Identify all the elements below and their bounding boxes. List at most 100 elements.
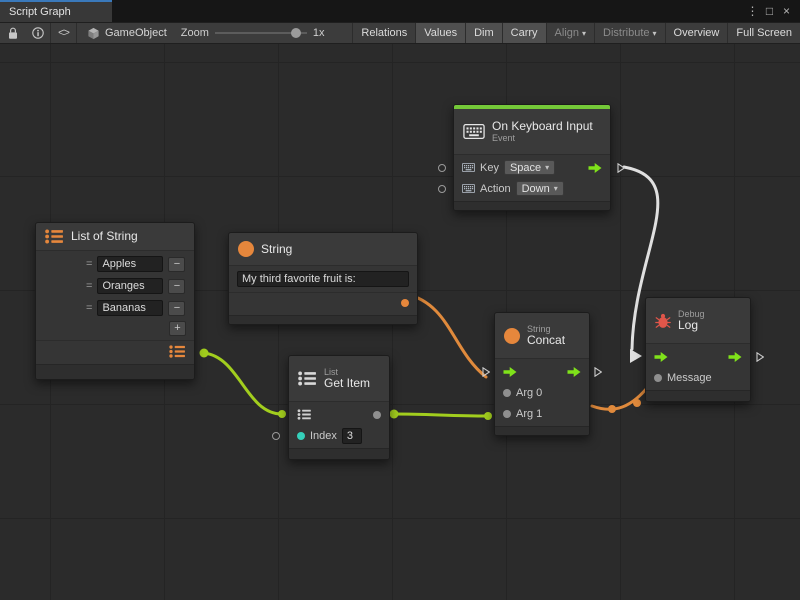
- index-port-stub[interactable]: [272, 432, 280, 440]
- flow-in-port[interactable]: [503, 367, 517, 377]
- remove-item-button[interactable]: −: [168, 279, 185, 294]
- keyboard-icon: [463, 124, 485, 139]
- fullscreen-button[interactable]: Full Screen: [727, 22, 800, 44]
- align-label: Align: [555, 27, 579, 39]
- node-on-keyboard-input[interactable]: On Keyboard Input Event Key Space▾ Actio…: [453, 104, 611, 211]
- flow-in-port[interactable]: [654, 352, 668, 362]
- titlebar: Script Graph ⋮ □ ×: [0, 0, 800, 22]
- list-item-row: = −: [36, 275, 194, 297]
- caret-down-icon: ▾: [545, 163, 549, 172]
- list-input-port-icon[interactable]: [297, 409, 312, 420]
- window-close-icon[interactable]: ×: [778, 1, 795, 21]
- node-title: Concat: [527, 334, 565, 347]
- flow-out-stub[interactable]: [617, 163, 625, 173]
- flow-out-port[interactable]: [728, 352, 742, 362]
- list-item-input[interactable]: [97, 278, 163, 294]
- arg1-input-port[interactable]: [503, 410, 511, 418]
- list-output-icon[interactable]: [169, 345, 186, 358]
- distribute-button[interactable]: Distribute ▾: [594, 22, 664, 44]
- node-title: Log: [678, 319, 705, 332]
- tab-script-graph[interactable]: Script Graph: [0, 0, 112, 22]
- zoom-slider-handle[interactable]: [291, 28, 301, 38]
- fullscreen-label: Full Screen: [736, 27, 792, 39]
- node-string-literal[interactable]: String: [228, 232, 418, 325]
- window-controls: ⋮ □ ×: [744, 0, 800, 22]
- overview-button[interactable]: Overview: [665, 22, 728, 44]
- node-footer: [495, 426, 589, 435]
- node-title: On Keyboard Input: [492, 120, 593, 133]
- key-label: Key: [480, 162, 499, 174]
- node-footer: [289, 448, 389, 459]
- item-output-port[interactable]: [373, 411, 381, 419]
- unity-cube-icon: [87, 27, 100, 40]
- flow-out-stub[interactable]: [594, 367, 602, 377]
- node-footer: [646, 390, 750, 401]
- reorder-handle-icon[interactable]: =: [86, 280, 92, 292]
- action-dropdown[interactable]: Down▾: [516, 181, 564, 196]
- reorder-handle-icon[interactable]: =: [86, 302, 92, 314]
- zoom-value: 1x: [309, 27, 329, 39]
- action-value-port-stub[interactable]: [438, 185, 446, 193]
- key-dropdown[interactable]: Space ▾: [504, 160, 555, 175]
- arg1-label: Arg 1: [516, 408, 542, 420]
- node-get-item[interactable]: List Get Item Index: [288, 355, 390, 460]
- arg0-label: Arg 0: [516, 387, 542, 399]
- carry-button[interactable]: Carry: [502, 22, 546, 44]
- node-footer: [36, 364, 194, 379]
- string-value-input[interactable]: [237, 271, 409, 287]
- window-maximize-icon[interactable]: □: [761, 1, 778, 21]
- index-input-port[interactable]: [297, 432, 305, 440]
- graph-toolbar: <> GameObject Zoom 1x Relations Values D…: [0, 22, 800, 44]
- index-input[interactable]: [342, 428, 362, 444]
- zoom-label: Zoom: [177, 27, 213, 39]
- node-concat[interactable]: String Concat Arg 0 Arg 1: [494, 312, 590, 436]
- flow-out-port[interactable]: [588, 163, 602, 173]
- caret-down-icon: ▾: [554, 184, 558, 193]
- relations-button[interactable]: Relations: [352, 22, 415, 44]
- code-view-icon[interactable]: <>: [51, 22, 76, 44]
- flow-out-stub[interactable]: [756, 352, 764, 362]
- remove-item-button[interactable]: −: [168, 301, 185, 316]
- overview-label: Overview: [674, 27, 720, 39]
- bug-icon: [655, 313, 671, 329]
- node-title: String: [261, 243, 292, 256]
- string-type-icon: [238, 241, 254, 257]
- node-subtitle: Event: [492, 133, 593, 143]
- key-icon: [462, 184, 475, 193]
- zoom-slider[interactable]: [215, 22, 307, 44]
- message-label: Message: [667, 372, 712, 384]
- list-icon: [298, 371, 317, 386]
- align-button[interactable]: Align▾: [546, 22, 594, 44]
- values-button[interactable]: Values: [415, 22, 465, 44]
- node-debug-log[interactable]: Debug Log Message: [645, 297, 751, 402]
- arg0-input-port[interactable]: [503, 389, 511, 397]
- caret-down-icon: ▾: [653, 29, 657, 38]
- remove-item-button[interactable]: −: [168, 257, 185, 272]
- unity-script-graph-window: Script Graph ⋮ □ × <> GameObject Zoom 1x: [0, 0, 800, 600]
- gameobject-selector[interactable]: GameObject: [77, 27, 177, 40]
- caret-down-icon: ▾: [582, 29, 586, 38]
- relations-label: Relations: [361, 27, 407, 39]
- lock-icon[interactable]: [0, 22, 25, 44]
- reorder-handle-icon[interactable]: =: [86, 258, 92, 270]
- toolbar-left-group: <> GameObject Zoom 1x: [0, 22, 340, 44]
- list-item-input[interactable]: [97, 300, 163, 316]
- list-item-input[interactable]: [97, 256, 163, 272]
- string-output-port[interactable]: [401, 299, 409, 307]
- string-type-icon: [504, 328, 520, 344]
- window-menu-icon[interactable]: ⋮: [744, 1, 761, 21]
- key-value-port-stub[interactable]: [438, 164, 446, 172]
- key-icon: [462, 163, 475, 172]
- list-icon: [45, 229, 64, 244]
- flow-in-stub[interactable]: [482, 367, 490, 377]
- carry-label: Carry: [511, 27, 538, 39]
- dim-button[interactable]: Dim: [465, 22, 502, 44]
- node-title: Get Item: [324, 377, 370, 390]
- add-item-button[interactable]: +: [169, 321, 186, 336]
- info-icon[interactable]: [25, 22, 50, 44]
- message-input-port[interactable]: [654, 374, 662, 382]
- key-dropdown-value: Space: [510, 162, 541, 174]
- node-list-of-string[interactable]: List of String = − = − = −: [35, 222, 195, 380]
- flow-out-port[interactable]: [567, 367, 581, 377]
- distribute-label: Distribute: [603, 27, 649, 39]
